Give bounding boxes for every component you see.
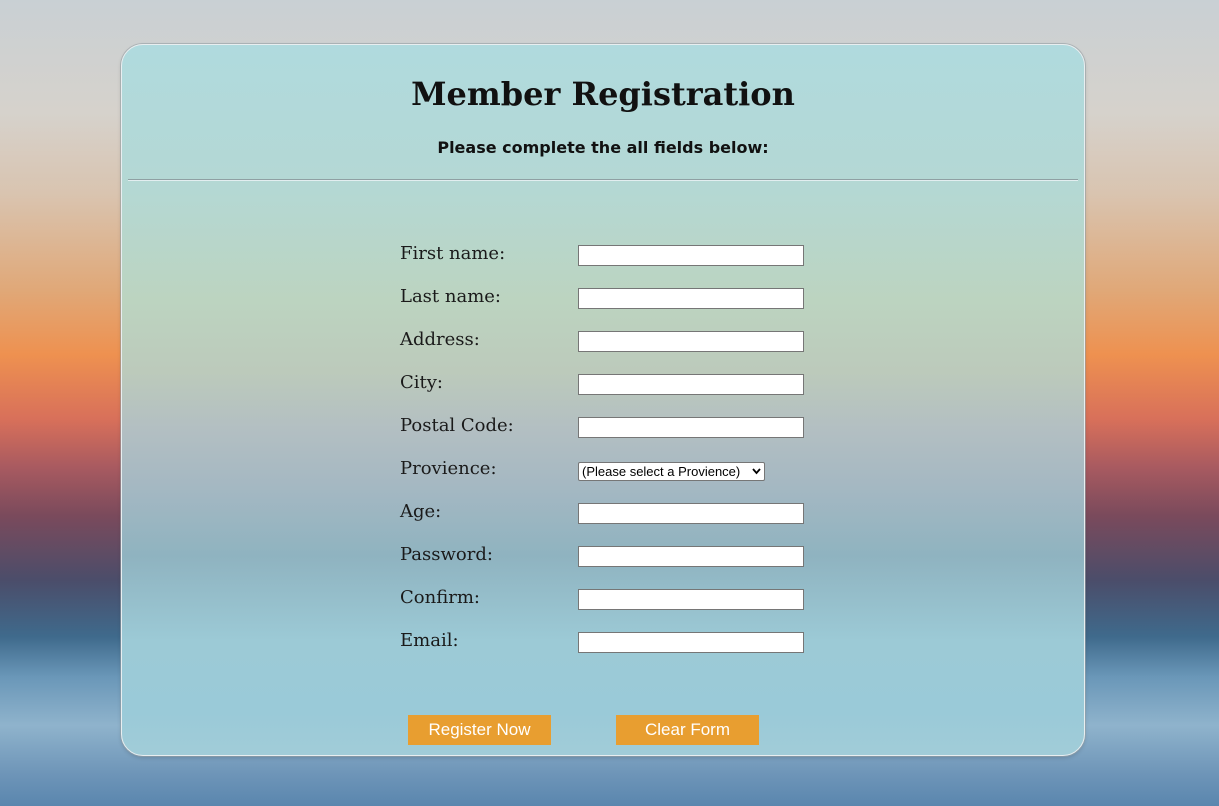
address-row: Address:	[400, 329, 820, 352]
provience-label: Provience:	[400, 458, 497, 479]
age-row: Age:	[400, 501, 820, 524]
email-label: Email:	[400, 630, 459, 651]
address-input[interactable]	[578, 331, 804, 352]
email-input[interactable]	[578, 632, 804, 653]
last-name-input[interactable]	[578, 288, 804, 309]
city-input[interactable]	[578, 374, 804, 395]
page-title: Member Registration	[411, 75, 795, 113]
password-row: Password:	[400, 544, 820, 567]
register-now-button[interactable]: Register Now	[408, 715, 551, 745]
email-row: Email:	[400, 630, 820, 653]
divider	[128, 179, 1078, 181]
last-name-row: Last name:	[400, 286, 820, 309]
provience-selected-value: (Please select a Provience)	[582, 464, 741, 479]
confirm-label: Confirm:	[400, 587, 480, 608]
postal-code-label: Postal Code:	[400, 415, 514, 436]
password-label: Password:	[400, 544, 493, 565]
city-label: City:	[400, 372, 443, 393]
last-name-label: Last name:	[400, 286, 501, 307]
age-input[interactable]	[578, 503, 804, 524]
first-name-label: First name:	[400, 243, 506, 264]
address-label: Address:	[400, 329, 480, 350]
provience-row: Provience: (Please select a Provience)	[400, 458, 820, 481]
postal-code-input[interactable]	[578, 417, 804, 438]
clear-form-button[interactable]: Clear Form	[616, 715, 759, 745]
page-subtitle: Please complete the all fields below:	[437, 138, 769, 157]
city-row: City:	[400, 372, 820, 395]
first-name-row: First name:	[400, 243, 820, 266]
confirm-row: Confirm:	[400, 587, 820, 610]
postal-code-row: Postal Code:	[400, 415, 820, 438]
chevron-down-icon	[752, 463, 761, 486]
provience-select[interactable]: (Please select a Provience)	[578, 462, 765, 481]
first-name-input[interactable]	[578, 245, 804, 266]
password-input[interactable]	[578, 546, 804, 567]
age-label: Age:	[400, 501, 442, 522]
registration-card: Member Registration Please complete the …	[121, 44, 1085, 756]
confirm-password-input[interactable]	[578, 589, 804, 610]
